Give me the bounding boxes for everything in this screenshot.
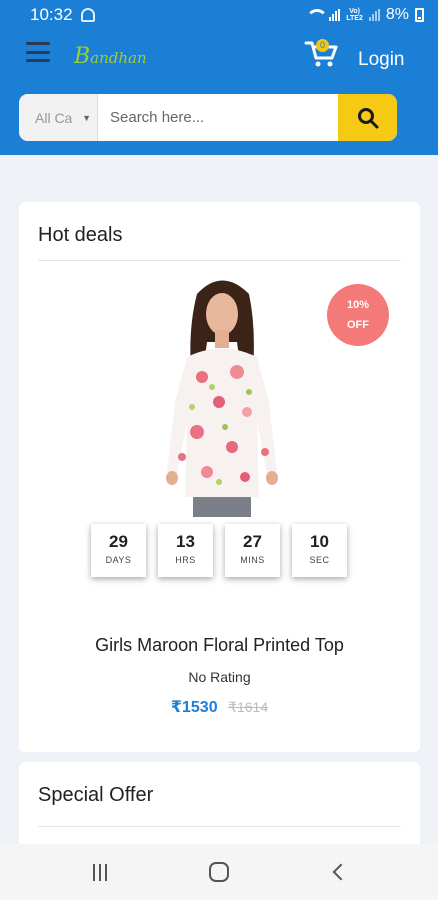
home-icon [208, 862, 229, 882]
discount-badge: 10% OFF [327, 284, 389, 346]
app-header: Bandhan 0 Login All Ca ▼ [0, 30, 438, 155]
product-image[interactable] [157, 272, 287, 517]
divider [38, 260, 401, 261]
hot-deals-card: Hot deals 10% OFF 29 DAYS 13 HRS 27 MINS… [19, 202, 420, 752]
product-prices: ₹1530 ₹1614 [19, 697, 420, 717]
recents-button[interactable] [80, 852, 120, 892]
countdown-value: 10 [310, 532, 329, 551]
notification-icon [80, 8, 95, 22]
battery-percent: 8% [385, 6, 409, 23]
countdown-label: HRS [175, 555, 196, 565]
countdown-label: DAYS [105, 555, 132, 565]
countdown-timer: 29 DAYS 13 HRS 27 MINS 10 SEC [91, 524, 347, 577]
countdown-seconds: 10 SEC [292, 524, 347, 577]
login-link[interactable]: Login [358, 49, 405, 71]
battery-icon [415, 8, 424, 22]
countdown-minutes: 27 MINS [225, 524, 280, 577]
search-button[interactable] [338, 94, 397, 141]
signal-icon-2 [368, 9, 380, 21]
countdown-value: 29 [109, 532, 128, 551]
category-select[interactable]: All Ca ▼ [19, 94, 98, 141]
status-bar: 10:32 Vo) LTE2 8% [0, 0, 438, 30]
wifi-icon [305, 8, 329, 22]
dropdown-arrow-icon: ▼ [82, 113, 91, 123]
current-price: ₹1530 [170, 699, 218, 716]
countdown-label: MINS [240, 555, 265, 565]
cart-button[interactable]: 0 [304, 38, 340, 68]
original-price: ₹1614 [228, 699, 269, 715]
menu-icon[interactable] [26, 42, 50, 62]
status-indicators: Vo) LTE2 8% [305, 6, 424, 24]
category-value: All Ca [35, 109, 73, 126]
countdown-days: 29 DAYS [91, 524, 146, 577]
search-input[interactable] [98, 94, 338, 141]
search-bar: All Ca ▼ [19, 94, 397, 141]
countdown-label: SEC [309, 555, 330, 565]
divider [38, 826, 401, 827]
signal-icon [329, 9, 341, 21]
product-name[interactable]: Girls Maroon Floral Printed Top [19, 635, 420, 656]
hot-deals-title: Hot deals [38, 224, 123, 246]
special-offer-card: Special Offer [19, 762, 420, 852]
countdown-hours: 13 HRS [158, 524, 213, 577]
system-nav-bar [0, 844, 438, 900]
cart-count-badge: 0 [316, 39, 329, 52]
recents-icon [92, 863, 107, 881]
countdown-value: 27 [243, 532, 262, 551]
product-rating: No Rating [188, 669, 251, 685]
countdown-value: 13 [176, 532, 195, 551]
home-button[interactable] [199, 852, 239, 892]
discount-label: OFF [347, 319, 369, 331]
discount-percent: 10% [346, 299, 370, 311]
back-button[interactable] [318, 852, 358, 892]
volte-label: Vo) LTE2 [346, 8, 363, 22]
search-icon [357, 107, 378, 128]
status-time: 10:32 [30, 5, 73, 24]
brand-logo[interactable]: Bandhan [74, 44, 147, 69]
special-offer-title: Special Offer [38, 784, 154, 806]
back-icon [332, 863, 350, 881]
